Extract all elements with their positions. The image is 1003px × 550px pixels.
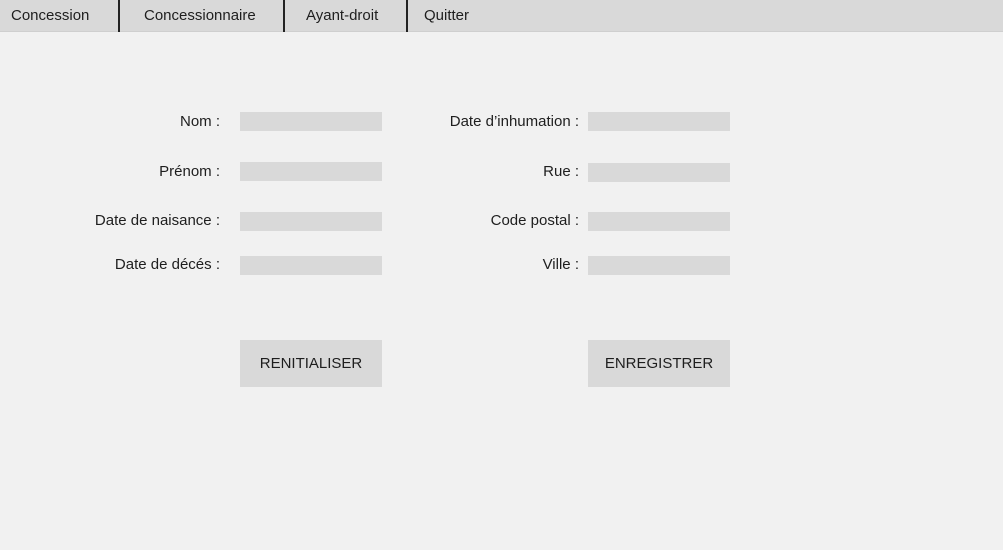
nom-label: Nom : xyxy=(179,113,220,130)
postal-code-field[interactable] xyxy=(588,212,730,231)
birth-date-field[interactable] xyxy=(240,212,382,231)
menu-bar: Concession Concessionnaire Ayant-droit Q… xyxy=(0,0,1003,32)
burial-date-label: Date d’inhumation : xyxy=(449,113,579,130)
street-field[interactable] xyxy=(588,163,730,182)
burial-date-field[interactable] xyxy=(588,112,730,131)
postal-code-label: Code postal : xyxy=(490,212,579,229)
street-label: Rue : xyxy=(543,163,579,180)
reset-button[interactable]: RENITIALISER xyxy=(240,340,382,387)
menu-separator xyxy=(118,0,120,32)
menu-item-ayant-droit[interactable]: Ayant-droit xyxy=(306,0,378,32)
death-date-label: Date de décés : xyxy=(114,256,220,273)
city-label: Ville : xyxy=(542,256,579,273)
nom-field[interactable] xyxy=(240,112,382,131)
menu-separator xyxy=(406,0,408,32)
save-button[interactable]: ENREGISTRER xyxy=(588,340,730,387)
city-field[interactable] xyxy=(588,256,730,275)
prenom-label: Prénom : xyxy=(159,163,220,180)
menu-item-quitter[interactable]: Quitter xyxy=(424,0,469,32)
menu-item-concessionnaire[interactable]: Concessionnaire xyxy=(144,0,256,32)
menu-item-concession[interactable]: Concession xyxy=(11,0,89,32)
prenom-field[interactable] xyxy=(240,162,382,181)
death-date-field[interactable] xyxy=(240,256,382,275)
menu-separator xyxy=(283,0,285,32)
birth-date-label: Date de naisance : xyxy=(94,212,220,229)
